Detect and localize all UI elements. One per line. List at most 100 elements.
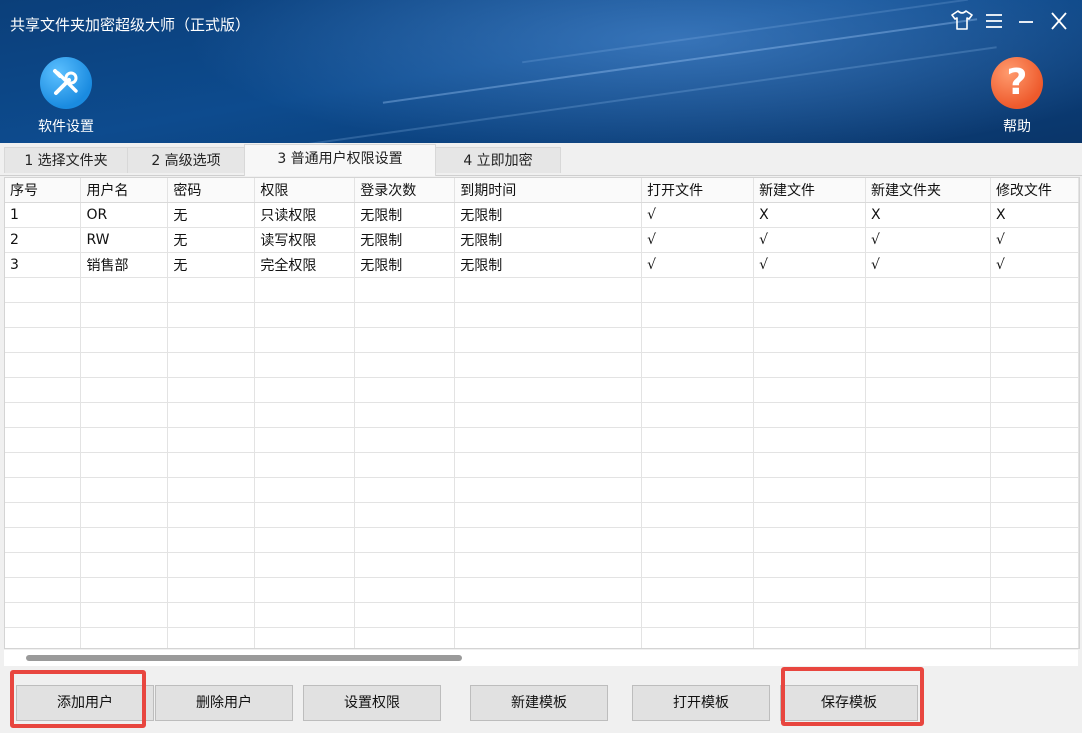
column-header[interactable]: 新建文件夹	[865, 178, 991, 203]
user-table[interactable]: 序号 用户名 密码 权限 登录次数 到期时间 打开文件 新建文件 新建文件夹 修改文件 1 OR 无只…	[4, 177, 1080, 649]
empty-cell	[753, 552, 866, 578]
table-header-row: 序号 用户名 密码 权限 登录次数 到期时间 打开文件 新建文件 新建文件夹 修改文件	[5, 178, 1079, 203]
question-mark-icon: ?	[991, 57, 1043, 109]
table-cell: 无	[167, 202, 256, 228]
empty-cell	[5, 452, 82, 478]
column-header[interactable]: 新建文件	[753, 178, 866, 203]
empty-cell	[5, 302, 82, 328]
set-permission-button[interactable]: 设置权限	[303, 685, 441, 721]
empty-row	[5, 602, 1079, 628]
close-icon[interactable]	[1046, 10, 1072, 36]
column-header[interactable]: 用户名	[80, 178, 169, 203]
empty-cell	[641, 402, 755, 428]
empty-cell	[167, 427, 256, 453]
tab-encrypt-now[interactable]: 4 立即加密	[435, 147, 561, 173]
column-header[interactable]: 到期时间	[454, 178, 643, 203]
empty-cell	[80, 377, 169, 403]
empty-row	[5, 402, 1079, 428]
empty-cell	[990, 477, 1079, 503]
table-cell: 1	[5, 202, 82, 228]
table-cell: 只读权限	[254, 202, 356, 228]
column-header[interactable]: 修改文件	[990, 178, 1079, 203]
settings-button[interactable]: 软件设置	[28, 57, 104, 136]
empty-cell	[454, 552, 643, 578]
horizontal-scrollbar[interactable]	[4, 650, 1078, 666]
empty-cell	[753, 452, 866, 478]
empty-cell	[80, 552, 169, 578]
empty-cell	[5, 527, 82, 553]
empty-cell	[641, 527, 755, 553]
tab-advanced-options[interactable]: 2 高级选项	[127, 147, 245, 173]
empty-row	[5, 502, 1079, 528]
column-header[interactable]: 权限	[254, 178, 356, 203]
empty-cell	[454, 402, 643, 428]
empty-cell	[454, 477, 643, 503]
table-row[interactable]: 1 OR 无只读权限 无限制 无限制 √ X X X	[5, 202, 1079, 228]
table-row[interactable]: 3 销售部无完全权限 无限制 无限制 √ √ √ √	[5, 252, 1079, 278]
empty-cell	[354, 477, 456, 503]
wrench-icon	[40, 57, 92, 109]
empty-row	[5, 427, 1079, 453]
empty-cell	[354, 527, 456, 553]
empty-cell	[990, 552, 1079, 578]
empty-cell	[254, 377, 356, 403]
new-template-button[interactable]: 新建模板	[470, 685, 608, 721]
empty-cell	[753, 277, 866, 303]
empty-cell	[354, 402, 456, 428]
empty-cell	[80, 277, 169, 303]
table-row[interactable]: 2 RW 无读写权限 无限制 无限制 √ √ √ √	[5, 227, 1079, 253]
table-cell: √	[753, 252, 866, 278]
empty-row	[5, 552, 1079, 578]
empty-cell	[753, 477, 866, 503]
column-header[interactable]: 序号	[5, 178, 82, 203]
empty-cell	[254, 602, 356, 628]
empty-cell	[990, 527, 1079, 553]
column-header[interactable]: 打开文件	[641, 178, 755, 203]
empty-cell	[80, 352, 169, 378]
empty-cell	[753, 502, 866, 528]
empty-cell	[865, 502, 991, 528]
empty-row	[5, 477, 1079, 503]
tab-select-folder[interactable]: 1 选择文件夹	[4, 147, 128, 173]
table-cell: 无限制	[454, 202, 643, 228]
empty-cell	[354, 552, 456, 578]
empty-cell	[167, 527, 256, 553]
help-button[interactable]: ? 帮助	[984, 57, 1050, 136]
empty-cell	[641, 477, 755, 503]
empty-cell	[865, 377, 991, 403]
empty-cell	[167, 502, 256, 528]
empty-row	[5, 627, 1079, 648]
minimize-icon[interactable]	[1013, 10, 1039, 36]
delete-user-button[interactable]: 删除用户	[155, 685, 293, 721]
empty-cell	[990, 302, 1079, 328]
empty-cell	[254, 427, 356, 453]
empty-cell	[454, 352, 643, 378]
tab-user-permissions[interactable]: 3 普通用户权限设置	[244, 144, 436, 176]
empty-row	[5, 527, 1079, 553]
empty-cell	[167, 377, 256, 403]
empty-cell	[454, 627, 643, 648]
empty-cell	[167, 277, 256, 303]
empty-cell	[454, 327, 643, 353]
empty-cell	[354, 377, 456, 403]
column-header[interactable]: 登录次数	[354, 178, 456, 203]
empty-cell	[80, 577, 169, 603]
table-cell: 2	[5, 227, 82, 253]
tab-bar: 1 选择文件夹 2 高级选项 3 普通用户权限设置 4 立即加密	[0, 143, 1082, 176]
empty-cell	[5, 377, 82, 403]
empty-cell	[80, 427, 169, 453]
scrollbar-thumb[interactable]	[26, 655, 462, 661]
skin-icon[interactable]	[949, 10, 975, 36]
table-cell: √	[753, 227, 866, 253]
column-header[interactable]: 密码	[167, 178, 256, 203]
empty-cell	[5, 427, 82, 453]
help-label: 帮助	[1003, 119, 1031, 135]
empty-cell	[5, 502, 82, 528]
menu-icon[interactable]	[981, 10, 1007, 36]
empty-row	[5, 352, 1079, 378]
table-cell: 读写权限	[254, 227, 356, 253]
table-cell: √	[641, 227, 755, 253]
empty-cell	[454, 302, 643, 328]
highlight-box-save-template	[781, 667, 924, 726]
open-template-button[interactable]: 打开模板	[632, 685, 770, 721]
